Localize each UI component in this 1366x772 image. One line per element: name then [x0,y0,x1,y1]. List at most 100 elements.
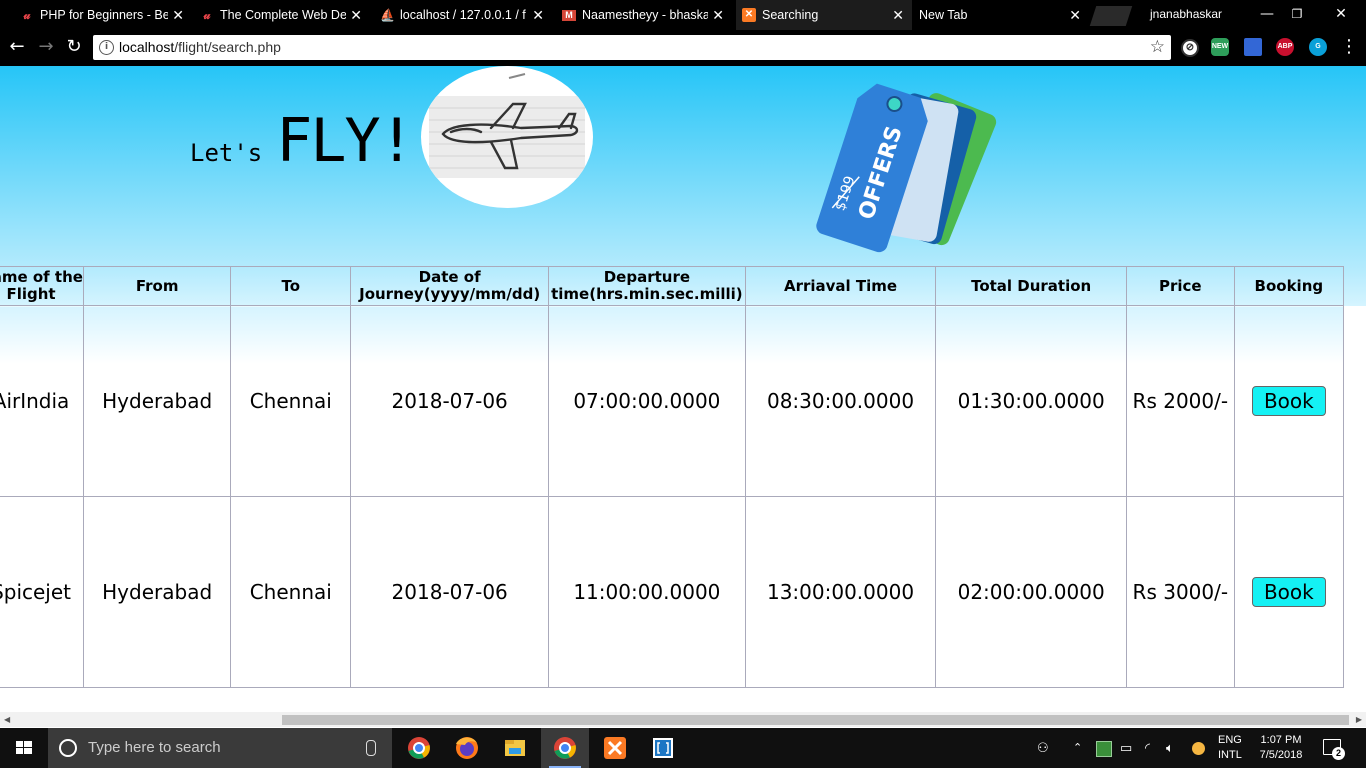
tab-title: New Tab [919,8,968,22]
new-tab-button[interactable] [1089,6,1133,26]
tab-new-tab[interactable]: New Tab ✕ [913,0,1089,30]
people-icon[interactable]: ⚇ [1037,728,1049,768]
close-tab-icon[interactable]: ✕ [172,0,184,30]
cell-booking: Book [1233,305,1345,497]
windows-logo-icon [16,741,32,754]
address-bar[interactable]: i localhost/flight/search.php ☆ [93,35,1171,60]
system-clock[interactable]: 1:07 PM 7/5/2018 [1254,733,1308,763]
info-icon[interactable]: i [99,40,114,55]
cell-from: Hyderabad [83,496,232,688]
taskbar-chrome[interactable] [395,728,443,768]
header-date: Date of Journey(yyyy/mm/dd) [350,266,550,306]
cell-from: Hyderabad [83,305,232,497]
url-host: localhost [119,39,175,55]
tab-complete-web-dev[interactable]: 𝓊 The Complete Web De ✕ [194,0,370,30]
header-arrival: Arriaval Time [744,266,937,306]
page-viewport: Let's FLY! OFFERS me of the Flight From … [0,66,1366,712]
close-tab-icon[interactable]: ✕ [892,0,904,30]
header-price: Price [1125,266,1235,306]
taskbar-xampp[interactable] [591,728,639,768]
chrome-icon [554,737,576,759]
grammarly-extension-icon[interactable]: G [1309,38,1327,56]
header-flight-name: Name of the Flight [0,266,85,306]
cell-flight-name: Spicejet [0,496,85,688]
back-arrow-icon[interactable]: ← [6,36,28,58]
weather-icon[interactable] [1192,728,1205,768]
window-close-icon[interactable]: ✕ [1326,0,1356,30]
new-extension-icon[interactable]: NEW [1211,38,1229,56]
profile-name[interactable]: jnanabhaskar [1150,0,1222,30]
volume-icon[interactable]: 🔈︎ [1166,728,1174,768]
scrollbar-thumb[interactable] [282,715,1349,725]
taskbar-firefox[interactable] [443,728,491,768]
header-duration: Total Duration [935,266,1127,306]
offers-tag-icon: OFFERS $199 [816,83,997,253]
tab-strip: 𝓊 PHP for Beginners - Be ✕ 𝓊 The Complet… [0,0,1366,30]
input-language[interactable]: ENG INTL [1218,733,1242,763]
adblock-plus-icon[interactable]: ABP [1276,38,1294,56]
microphone-icon[interactable] [366,740,376,756]
minimize-icon[interactable]: — [1252,0,1282,30]
forward-arrow-icon[interactable]: → [35,36,57,58]
plane-sketch-icon [429,73,585,178]
tab-title: Searching [762,8,819,22]
heading-lets: Let's [190,139,263,167]
cell-arrival: 13:00:00.0000 [744,496,937,688]
udemy-icon: 𝓊 [203,8,211,22]
close-tab-icon[interactable]: ✕ [1069,0,1081,30]
taskbar-file-explorer[interactable] [491,728,539,768]
close-tab-icon[interactable]: ✕ [712,0,724,30]
battery-icon[interactable]: ▭ [1120,728,1132,768]
firefox-icon [456,737,478,759]
tab-gmail[interactable]: M Naamestheyy - bhaska ✕ [556,0,732,30]
taskbar-app-bracket[interactable] [639,728,687,768]
scroll-right-icon[interactable]: ▶ [1356,712,1362,727]
reload-icon[interactable]: ↻ [63,36,85,58]
bookmark-star-icon[interactable]: ☆ [1150,35,1165,60]
clock-date: 7/5/2018 [1259,749,1303,761]
header-to: To [230,266,352,306]
tab-php-beginners[interactable]: 𝓊 PHP for Beginners - Be ✕ [14,0,192,30]
taskbar-search[interactable]: Type here to search [48,728,392,768]
book-button[interactable]: Book [1251,577,1326,607]
show-hidden-icons[interactable]: ⌃ [1073,728,1082,768]
tab-searching[interactable]: ✕ Searching ✕ [736,0,912,30]
cell-duration: 01:30:00.0000 [935,305,1127,497]
scroll-left-icon[interactable]: ◀ [4,712,10,727]
folder-icon [505,740,525,756]
start-button[interactable] [0,728,48,768]
tab-phpmyadmin[interactable]: ⛵ localhost / 127.0.0.1 / f ✕ [374,0,552,30]
taskbar-chrome-active[interactable] [541,728,589,768]
restore-icon[interactable]: ❐ [1282,0,1312,30]
tab-title: Naamestheyy - bhaska [582,8,708,22]
lang-layout: INTL [1218,749,1242,761]
gmail-icon: M [562,10,576,21]
wifi-icon[interactable]: ◜ [1145,728,1150,768]
cortana-icon [59,739,77,757]
bracket-app-icon [653,738,673,758]
block-extension-icon[interactable]: ⊘ [1181,39,1199,57]
offers-banner[interactable]: OFFERS $199 [790,66,1020,256]
clock-time: 1:07 PM [1260,734,1302,746]
close-tab-icon[interactable]: ✕ [350,0,362,30]
table-header-row: Name of the Flight From To Date of Journ… [0,266,1345,306]
horizontal-scrollbar[interactable]: ◀ ▶ [0,712,1366,727]
tray-app-icon[interactable] [1096,728,1112,768]
table-row: AirIndia Hyderabad Chennai 2018-07-06 07… [0,305,1345,497]
cell-departure: 11:00:00.0000 [548,496,746,688]
phpmyadmin-icon: ⛵ [380,8,395,22]
notification-count: 2 [1332,747,1345,760]
plane-logo-image [421,66,593,208]
book-button[interactable]: Book [1251,386,1326,416]
lang-code: ENG [1218,734,1242,746]
cell-flight-name: AirIndia [0,305,85,497]
cell-to: Chennai [230,496,352,688]
tab-title: localhost / 127.0.0.1 / f [400,8,526,22]
udemy-icon: 𝓊 [23,8,31,22]
close-tab-icon[interactable]: ✕ [532,0,544,30]
screen-extension-icon[interactable] [1244,38,1262,56]
chrome-menu-icon[interactable]: ⋮ [1340,36,1358,58]
new-badge-label: NEW [1211,43,1229,50]
cell-departure: 07:00:00.0000 [548,305,746,497]
flights-table: Name of the Flight From To Date of Journ… [0,266,1345,688]
